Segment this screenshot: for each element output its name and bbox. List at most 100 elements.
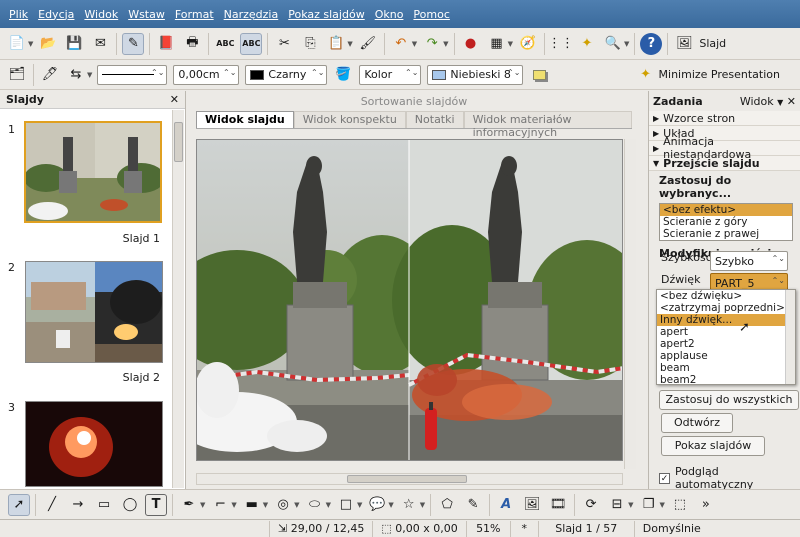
- points-icon[interactable]: ⬠: [436, 494, 458, 516]
- status-zoom[interactable]: 51%: [467, 520, 511, 537]
- slide-button-label[interactable]: Slajd: [699, 37, 726, 50]
- autospellcheck-icon[interactable]: ABC: [240, 32, 263, 55]
- line-width-field[interactable]: 0,00cm ⌃⌄: [173, 64, 240, 85]
- menu-edit[interactable]: Edycja: [33, 8, 79, 21]
- undo-icon[interactable]: ↶: [390, 33, 412, 55]
- chart-icon[interactable]: ●: [460, 33, 482, 55]
- close-icon[interactable]: ✕: [787, 95, 796, 108]
- slideshow-button[interactable]: Pokaz slajdów: [661, 436, 765, 456]
- curve-icon[interactable]: ✒: [178, 494, 200, 516]
- clone-format-icon[interactable]: 🖌: [357, 33, 379, 55]
- minimize-presentation-label[interactable]: Minimize Presentation: [659, 68, 780, 81]
- grid-icon[interactable]: ⋮⋮: [548, 33, 574, 55]
- area-color-select[interactable]: Niebieski 8 ⌃⌄: [427, 64, 524, 85]
- tab-notes[interactable]: Notatki: [405, 111, 464, 128]
- rectangle-icon[interactable]: ▭: [93, 494, 115, 516]
- callout-dropdown-icon[interactable]: ▼: [388, 501, 393, 509]
- slide-thumbnail-2[interactable]: [25, 261, 163, 363]
- area-style-select[interactable]: Kolor ⌃⌄: [359, 64, 422, 85]
- line-style-select[interactable]: ⌃⌄: [97, 64, 168, 85]
- arrange-icon[interactable]: ❐: [638, 494, 660, 516]
- arrange-dropdown-icon[interactable]: ▼: [660, 501, 665, 509]
- list-item[interactable]: <bez dźwięku>: [657, 290, 795, 302]
- spellcheck-icon[interactable]: ABC: [214, 33, 236, 55]
- section-custom-animation[interactable]: ▶ Animacja niestandardowa: [649, 135, 800, 161]
- print-icon[interactable]: 🖶: [181, 33, 203, 55]
- line-tool-icon[interactable]: ╱: [41, 494, 63, 516]
- tab-slide-sorter[interactable]: Sortowanie slajdów: [188, 95, 640, 108]
- callout-icon[interactable]: 💬: [366, 494, 388, 516]
- new-dropdown-icon[interactable]: ▼: [28, 40, 33, 48]
- list-item[interactable]: apert2: [657, 338, 795, 350]
- menu-help[interactable]: Pomoc: [408, 8, 454, 21]
- minimize-presentation-icon[interactable]: ✦: [635, 64, 657, 86]
- list-item[interactable]: <zatrzymaj poprzedni>: [657, 302, 795, 314]
- 3d-dropdown-icon[interactable]: ▼: [326, 501, 331, 509]
- circle-icon[interactable]: ◎: [272, 494, 294, 516]
- shadow-icon[interactable]: [528, 64, 550, 86]
- star-dropdown-icon[interactable]: ▼: [420, 501, 425, 509]
- menu-view[interactable]: Widok: [79, 8, 123, 21]
- line-color-select[interactable]: Czarny ⌃⌄: [245, 64, 328, 85]
- export-pdf-icon[interactable]: 📕: [155, 33, 177, 55]
- list-item[interactable]: applause: [657, 350, 795, 362]
- list-item[interactable]: beam2: [657, 374, 795, 386]
- apply-to-all-button[interactable]: Zastosuj do wszystkich: [659, 390, 799, 410]
- redo-icon[interactable]: ↷: [421, 33, 443, 55]
- email-icon[interactable]: ✉: [89, 33, 111, 55]
- arrow-style-dropdown-icon[interactable]: ▼: [87, 71, 92, 79]
- list-item[interactable]: Ścieranie z góry: [660, 216, 792, 228]
- copy-icon[interactable]: ⎘: [299, 33, 321, 55]
- slides-scrollbar[interactable]: [172, 110, 184, 488]
- navigator-icon[interactable]: 🧭: [517, 33, 539, 55]
- horizontal-scrollbar[interactable]: [196, 473, 623, 485]
- edit-mode-icon[interactable]: ✎: [122, 32, 145, 55]
- extrusion-icon[interactable]: ⬚: [669, 494, 691, 516]
- zoom-dropdown-icon[interactable]: ▼: [624, 40, 629, 48]
- select-arrow-icon[interactable]: ➚: [8, 493, 30, 516]
- view-menu-button[interactable]: Widok: [740, 95, 774, 108]
- scrollbar-thumb[interactable]: [347, 475, 467, 483]
- zoom-icon[interactable]: 🔍: [602, 33, 624, 55]
- connector-dropdown-icon[interactable]: ▼: [231, 501, 236, 509]
- menu-file[interactable]: Plik: [4, 8, 33, 21]
- list-item[interactable]: Inny dźwięk...: [657, 314, 795, 326]
- effects-list[interactable]: <bez efektu> Ścieranie z góry Ścieranie …: [659, 203, 793, 241]
- connector-icon[interactable]: ⌐: [209, 494, 231, 516]
- gallery-icon[interactable]: 🎞: [547, 494, 569, 516]
- menu-tools[interactable]: Narzędzia: [219, 8, 284, 21]
- tab-slide-view[interactable]: Widok slajdu: [196, 111, 294, 128]
- arrow-style-icon[interactable]: ⇆: [65, 64, 87, 86]
- sound-dropdown-list[interactable]: <bez dźwięku> <zatrzymaj poprzedni> Inny…: [656, 289, 796, 386]
- align-dropdown-icon[interactable]: ▼: [628, 501, 633, 509]
- fontwork-icon[interactable]: A: [495, 494, 517, 516]
- circle-dropdown-icon[interactable]: ▼: [294, 501, 299, 509]
- paste-dropdown-icon[interactable]: ▼: [347, 40, 352, 48]
- basic-shapes-icon[interactable]: □: [335, 494, 357, 516]
- menu-format[interactable]: Format: [170, 8, 219, 21]
- arrow-line-icon[interactable]: →: [67, 494, 89, 516]
- shapes-dropdown-icon[interactable]: ▼: [357, 501, 362, 509]
- list-item[interactable]: apert: [657, 326, 795, 338]
- list-scrollbar[interactable]: [785, 290, 795, 384]
- align-icon[interactable]: ⊟: [606, 494, 628, 516]
- cut-icon[interactable]: ✂: [273, 33, 295, 55]
- vertical-scrollbar[interactable]: [624, 139, 636, 469]
- menu-insert[interactable]: Wstaw: [123, 8, 170, 21]
- slide-thumbnail-1[interactable]: [24, 121, 162, 223]
- help-icon[interactable]: ?: [640, 32, 663, 55]
- line-icon[interactable]: 🖊: [39, 64, 61, 86]
- scrollbar-thumb[interactable]: [174, 122, 183, 162]
- tab-handout[interactable]: Widok materiałów informacyjnych: [463, 111, 632, 139]
- redo-dropdown-icon[interactable]: ▼: [443, 40, 448, 48]
- ellipse-icon[interactable]: ◯: [119, 494, 141, 516]
- chevron-down-icon[interactable]: ▼: [777, 98, 783, 107]
- 3d-object-icon[interactable]: ⬭: [304, 494, 326, 516]
- speed-select[interactable]: Szybko ⌃⌄: [710, 251, 788, 271]
- list-item[interactable]: Ścieranie z prawej: [660, 228, 792, 240]
- play-button[interactable]: Odtwórz: [661, 413, 733, 433]
- from-file-icon[interactable]: 🖼: [521, 494, 543, 516]
- helplines-icon[interactable]: ✦: [576, 33, 598, 55]
- rect-dropdown-icon[interactable]: ▼: [263, 501, 268, 509]
- tab-outline[interactable]: Widok konspektu: [293, 111, 406, 128]
